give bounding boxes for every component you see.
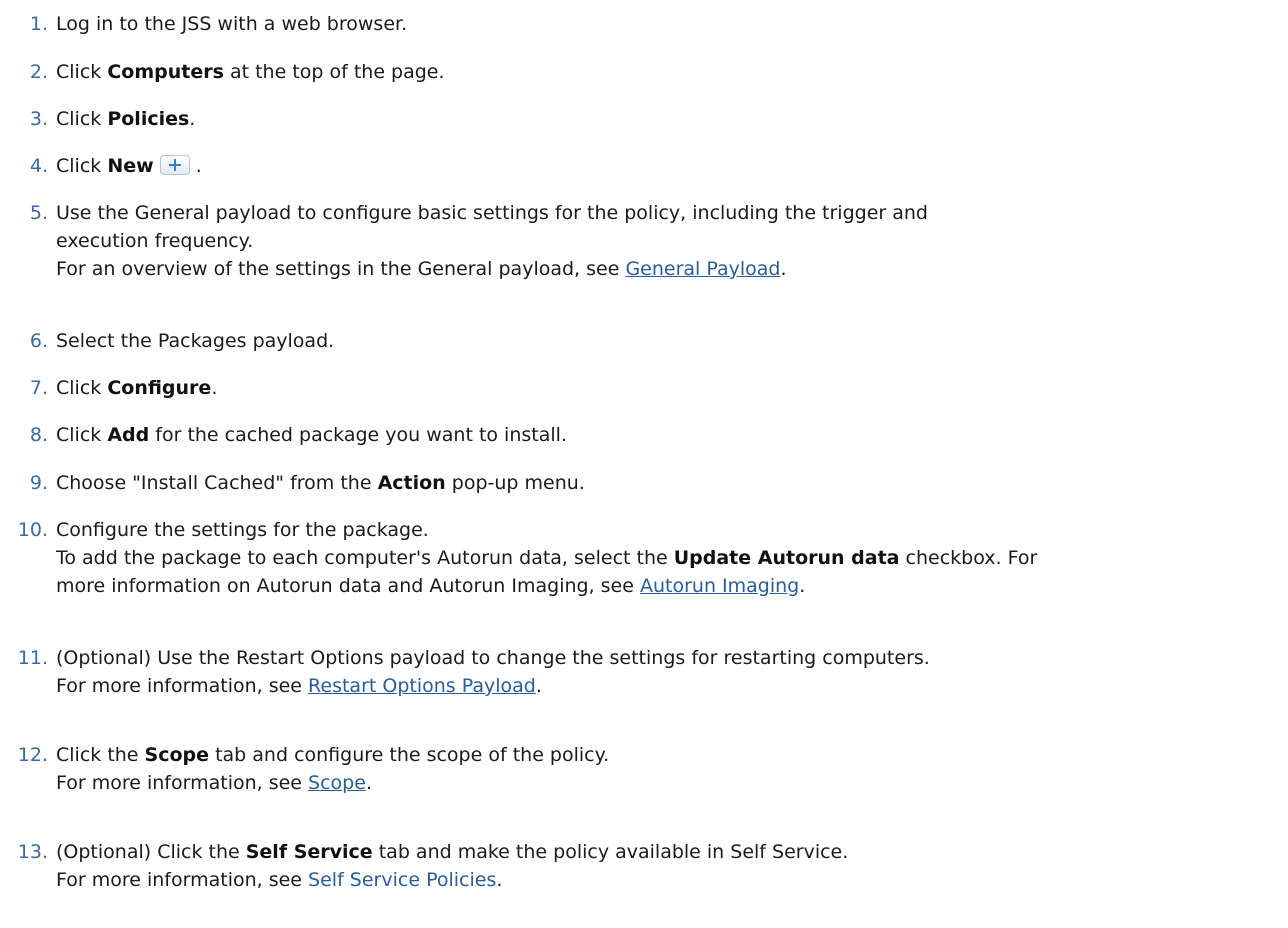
- step-note: To add the package to each computer's Au…: [56, 547, 1038, 569]
- step-note: For an overview of the settings in the G…: [56, 258, 787, 280]
- step-text: Configure the settings for the package. …: [56, 516, 1037, 600]
- step-text: Choose "Install Cached" from the Action …: [56, 472, 585, 494]
- step-number: 11.: [17, 647, 48, 669]
- step-number: 6.: [29, 330, 48, 352]
- step-number: 5.: [29, 202, 48, 224]
- step-number: 9.: [29, 472, 48, 494]
- link-self-service-policies[interactable]: Self Service Policies: [308, 869, 496, 891]
- link-general-payload[interactable]: General Payload: [625, 258, 780, 280]
- step-note: For more information, see Self Service P…: [56, 869, 503, 891]
- ui-term-configure: Configure: [107, 377, 212, 399]
- step-text: Click Add for the cached package you wan…: [56, 424, 567, 446]
- ui-term-new: New: [107, 155, 154, 177]
- step-text: Select the Packages payload.: [56, 330, 335, 352]
- plus-icon: [159, 155, 190, 175]
- ui-term-computers: Computers: [107, 61, 224, 83]
- step-text: Click Computers at the top of the page.: [56, 61, 445, 83]
- step-text: Use the General payload to configure bas…: [56, 199, 928, 283]
- step-number: 13.: [17, 841, 48, 863]
- step-text: (Optional) Click the Self Service tab an…: [56, 838, 848, 894]
- step-note: more information on Autorun data and Aut…: [56, 575, 806, 597]
- ui-term-update-autorun-data: Update Autorun data: [673, 547, 900, 569]
- step-number: 12.: [17, 744, 48, 766]
- step-text: Click Configure.: [56, 377, 218, 399]
- step-note: For more information, see Scope.: [56, 772, 372, 794]
- step-number: 3.: [29, 108, 48, 130]
- link-autorun-imaging[interactable]: Autorun Imaging: [640, 575, 799, 597]
- step-text: Click New .: [56, 155, 202, 177]
- step-note: For more information, see Restart Option…: [56, 675, 542, 697]
- step-number: 1.: [29, 13, 48, 35]
- step-text: Click the Scope tab and configure the sc…: [56, 741, 609, 797]
- step-number: 10.: [17, 519, 48, 541]
- procedure-steps: 1. Log in to the JSS with a web browser.…: [0, 0, 1288, 928]
- ui-term-action: Action: [377, 472, 446, 494]
- ui-term-add: Add: [107, 424, 150, 446]
- step-text: Click Policies.: [56, 108, 196, 130]
- step-number: 8.: [29, 424, 48, 446]
- link-scope[interactable]: Scope: [308, 772, 366, 794]
- step-text: Log in to the JSS with a web browser.: [56, 13, 408, 35]
- step-number: 2.: [29, 61, 48, 83]
- step-text: (Optional) Use the Restart Options paylo…: [56, 644, 930, 700]
- ui-term-policies: Policies: [107, 108, 190, 130]
- step-number: 4.: [29, 155, 48, 177]
- link-restart-options-payload[interactable]: Restart Options Payload: [308, 675, 536, 697]
- ui-term-self-service: Self Service: [245, 841, 373, 863]
- ui-term-scope: Scope: [144, 744, 210, 766]
- step-number: 7.: [29, 377, 48, 399]
